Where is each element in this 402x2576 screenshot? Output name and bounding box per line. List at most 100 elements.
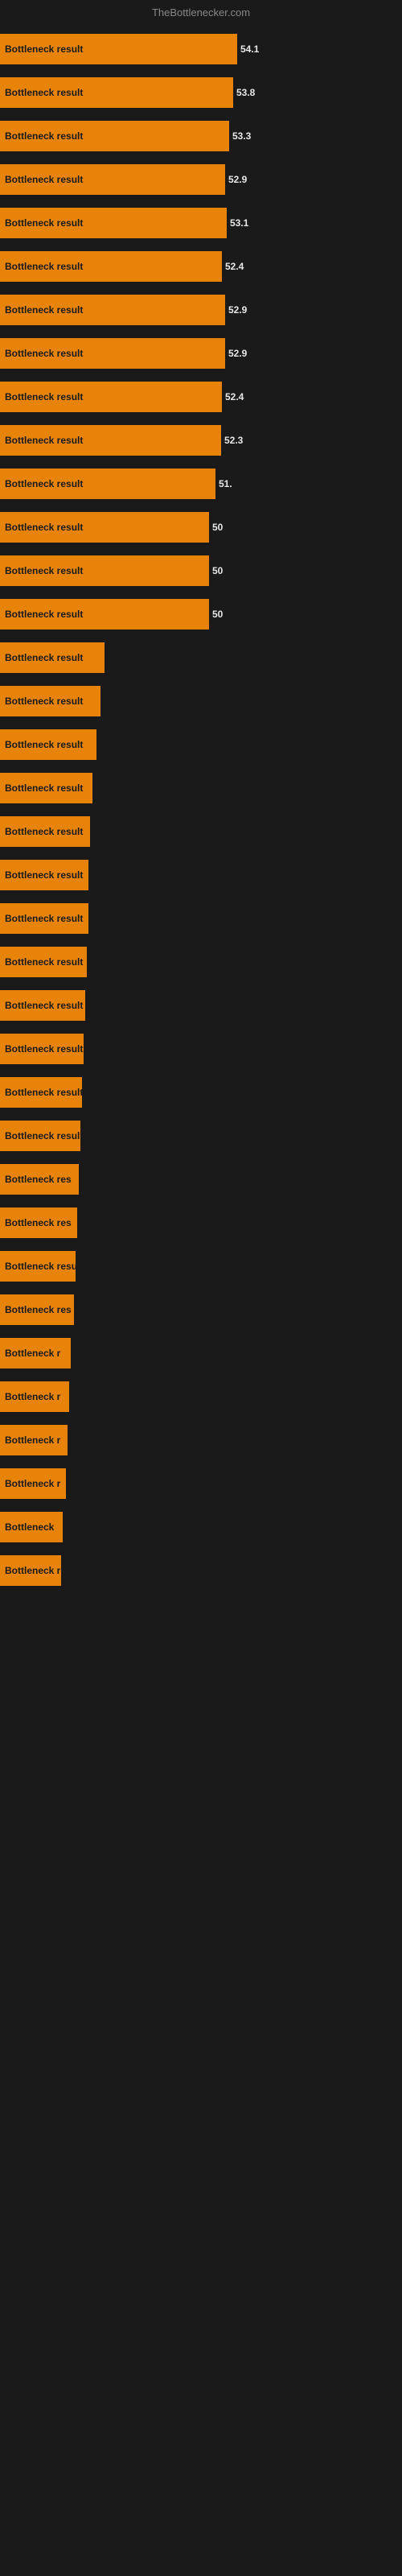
bar-container: Bottleneck result <box>0 1251 76 1282</box>
bar: Bottleneck result <box>0 338 225 369</box>
bar: Bottleneck r <box>0 1338 71 1368</box>
bar-value: 52.3 <box>224 435 243 446</box>
bar-label: Bottleneck result <box>5 174 83 185</box>
bar-label: Bottleneck result <box>5 217 83 229</box>
bar-row: Bottleneck r <box>0 1419 402 1461</box>
bar: Bottleneck result <box>0 469 215 499</box>
bar: Bottleneck result <box>0 1077 82 1108</box>
bar-row: Bottleneck result <box>0 767 402 809</box>
bar-value: 53.3 <box>232 130 251 142</box>
bar-label: Bottleneck r <box>5 1435 60 1446</box>
bar-row: Bottleneck result 51. <box>0 463 402 505</box>
bar: Bottleneck res <box>0 1164 79 1195</box>
bar: Bottleneck result <box>0 816 90 847</box>
bar-container: Bottleneck result 52.9 <box>0 338 247 369</box>
bar-value: 53.8 <box>236 87 255 98</box>
bar-value: 54.1 <box>240 43 259 55</box>
bar-row: Bottleneck re <box>0 1550 402 1591</box>
bar-container: Bottleneck result52.4 <box>0 382 244 412</box>
bar-row: Bottleneck result50 <box>0 506 402 548</box>
bar-row: Bottleneck result 52.9 <box>0 332 402 374</box>
bar-row: Bottleneck result <box>0 854 402 896</box>
header: TheBottlenecker.com <box>0 0 402 28</box>
bar-row: Bottleneck result <box>0 1245 402 1287</box>
bar-row: Bottleneck <box>0 1506 402 1548</box>
bar-label: Bottleneck res <box>5 1304 72 1315</box>
bar-row: Bottleneck result <box>0 680 402 722</box>
bar-row: Bottleneck res <box>0 1202 402 1244</box>
bar-label: Bottleneck result <box>5 261 83 272</box>
bar-row: Bottleneck result52.3 <box>0 419 402 461</box>
bar-row: Bottleneck result <box>0 811 402 852</box>
bar-label: Bottleneck res <box>5 1217 72 1228</box>
bar-container: Bottleneck result <box>0 1034 84 1064</box>
bar: Bottleneck result <box>0 121 229 151</box>
bar-container: Bottleneck result <box>0 903 88 934</box>
bar-container: Bottleneck result <box>0 642 105 673</box>
bar-container: Bottleneck <box>0 1512 63 1542</box>
bar-row: Bottleneck result <box>0 898 402 939</box>
bar: Bottleneck res <box>0 1208 77 1238</box>
bar-container: Bottleneck result53.8 <box>0 77 255 108</box>
bar: Bottleneck result <box>0 34 237 64</box>
bar: Bottleneck res <box>0 1294 74 1325</box>
bar-label: Bottleneck result <box>5 478 83 489</box>
bar-container: Bottleneck result <box>0 729 96 760</box>
bar-label: Bottleneck r <box>5 1391 60 1402</box>
bar-value: 52.9 <box>228 348 247 359</box>
bar-container: Bottleneck res <box>0 1294 74 1325</box>
bar: Bottleneck result <box>0 903 88 934</box>
bar-label: Bottleneck result <box>5 609 83 620</box>
bar: Bottleneck result <box>0 1034 84 1064</box>
bar: Bottleneck result <box>0 77 233 108</box>
bar-container: Bottleneck result52.3 <box>0 425 243 456</box>
bar: Bottleneck r <box>0 1381 69 1412</box>
bar-container: Bottleneck result <box>0 990 85 1021</box>
bar-label: Bottleneck result <box>5 1130 83 1141</box>
bar-label: Bottleneck result <box>5 1000 83 1011</box>
bar: Bottleneck result <box>0 1121 80 1151</box>
bar-row: Bottleneck result50 <box>0 593 402 635</box>
bar: Bottleneck result <box>0 990 85 1021</box>
bar-row: Bottleneck result53.3 <box>0 115 402 157</box>
bar-container: Bottleneck res <box>0 1208 77 1238</box>
bar-row: Bottleneck result <box>0 1115 402 1157</box>
bar: Bottleneck result <box>0 295 225 325</box>
bar-label: Bottleneck result <box>5 1043 83 1055</box>
bar-row: Bottleneck result52.4 <box>0 376 402 418</box>
bar-label: Bottleneck result <box>5 348 83 359</box>
bar-value: 51. <box>219 478 232 489</box>
bar-label: Bottleneck result <box>5 696 83 707</box>
bar: Bottleneck result <box>0 773 92 803</box>
bar-label: Bottleneck result <box>5 1087 83 1098</box>
bar-row: Bottleneck result <box>0 1028 402 1070</box>
bar-label: Bottleneck re <box>5 1565 66 1576</box>
bar-row: Bottleneck result <box>0 724 402 766</box>
bar-label: Bottleneck result <box>5 391 83 402</box>
bar: Bottleneck result <box>0 164 225 195</box>
bar-container: Bottleneck result 51. <box>0 469 232 499</box>
bar: Bottleneck result <box>0 599 209 630</box>
bar: Bottleneck result <box>0 686 100 716</box>
bar: Bottleneck result <box>0 425 221 456</box>
bar-label: Bottleneck res <box>5 1174 72 1185</box>
bar-label: Bottleneck result <box>5 782 83 794</box>
bar-row: Bottleneck result <box>0 941 402 983</box>
bar-container: Bottleneck re <box>0 1555 61 1586</box>
bar-container: Bottleneck result52.9 <box>0 295 247 325</box>
bar-label: Bottleneck r <box>5 1478 60 1489</box>
bar-label: Bottleneck result <box>5 304 83 316</box>
bar-row: Bottleneck res <box>0 1289 402 1331</box>
bar-label: Bottleneck result <box>5 522 83 533</box>
bar-row: Bottleneck result50 <box>0 550 402 592</box>
bar: Bottleneck result <box>0 729 96 760</box>
bar-container: Bottleneck result <box>0 816 90 847</box>
bar-container: Bottleneck result54.1 <box>0 34 259 64</box>
bar: Bottleneck result <box>0 947 87 977</box>
bar-row: Bottleneck result54.1 <box>0 28 402 70</box>
bar-container: Bottleneck r <box>0 1468 66 1499</box>
bar-label: Bottleneck <box>5 1521 54 1533</box>
bar: Bottleneck result <box>0 642 105 673</box>
bar-container: Bottleneck res <box>0 1164 79 1195</box>
bar-label: Bottleneck result <box>5 956 83 968</box>
